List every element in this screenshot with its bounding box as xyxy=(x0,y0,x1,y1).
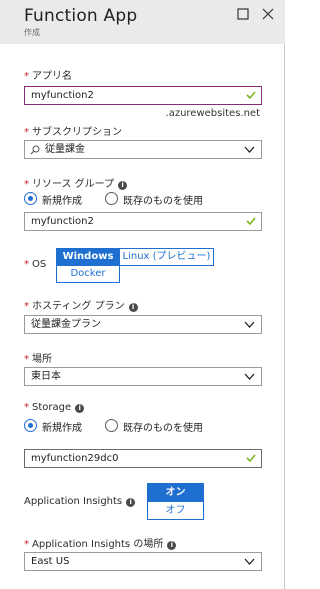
valid-check-icon xyxy=(246,91,256,100)
info-icon[interactable]: i xyxy=(167,541,177,550)
resource-group-existing-label: 既存のものを使用 xyxy=(123,196,203,207)
app-insights-off-option[interactable]: オフ xyxy=(147,501,204,520)
chevron-down-icon xyxy=(244,321,255,328)
app-insights-location-label-text: Application Insights の場所 xyxy=(32,539,164,550)
resource-group-label: * リソース グループ i xyxy=(24,175,128,190)
blade-subtitle: 作成 xyxy=(24,28,40,37)
subscription-label-text: サブスクリプション xyxy=(32,127,122,138)
search-icon xyxy=(30,145,40,155)
chevron-down-icon xyxy=(244,146,255,153)
app-name-value: myfunction2 xyxy=(31,90,94,101)
info-icon[interactable]: i xyxy=(126,498,136,507)
required-marker: * xyxy=(24,539,29,550)
close-icon[interactable] xyxy=(262,8,276,22)
info-icon[interactable]: i xyxy=(128,303,138,312)
os-docker-option[interactable]: Docker xyxy=(56,265,120,283)
storage-label: * Storage i xyxy=(24,402,85,413)
app-insights-label: Application Insights i xyxy=(24,496,136,507)
app-insights-on-option[interactable]: オン xyxy=(147,483,204,502)
chevron-down-icon xyxy=(244,558,255,565)
info-icon[interactable]: i xyxy=(75,404,85,413)
os-linux-option[interactable]: Linux (プレビュー) xyxy=(119,248,214,266)
app-insights-location-value: East US xyxy=(31,556,70,567)
blade-title: Function App xyxy=(24,6,138,26)
location-label-text: 場所 xyxy=(32,354,52,365)
radio-selected-indicator xyxy=(24,419,37,432)
storage-value: myfunction29dc0 xyxy=(31,453,119,464)
app-name-domain-suffix: .azurewebsites.net xyxy=(165,108,260,119)
required-marker: * xyxy=(24,354,29,365)
app-insights-location-select[interactable]: East US xyxy=(24,552,262,571)
app-insights-location-label: * Application Insights の場所 i xyxy=(24,535,177,550)
os-label-text: OS xyxy=(32,259,47,270)
required-marker: * xyxy=(24,71,29,82)
hosting-plan-value: 従量課金プラン xyxy=(31,319,101,330)
location-label: * 場所 xyxy=(24,350,52,365)
subscription-select[interactable]: 従量課金 xyxy=(24,140,262,159)
function-app-create-blade: Function App 作成 * アプリ名 myfunction2 .azure… xyxy=(0,0,285,589)
location-select[interactable]: 東日本 xyxy=(24,367,262,386)
required-marker: * xyxy=(24,179,29,190)
required-marker: * xyxy=(24,301,29,312)
valid-check-icon xyxy=(246,217,256,226)
storage-label-text: Storage xyxy=(32,402,72,413)
resource-group-label-text: リソース グループ xyxy=(32,179,115,190)
blade-header: Function App 作成 xyxy=(0,0,285,44)
radio-indicator xyxy=(105,419,118,432)
location-value: 東日本 xyxy=(31,371,61,382)
required-marker: * xyxy=(24,127,29,138)
hosting-plan-label-text: ホスティング プラン xyxy=(32,301,125,312)
storage-existing-label: 既存のものを使用 xyxy=(123,423,203,434)
chevron-down-icon xyxy=(244,373,255,380)
os-windows-option[interactable]: Windows xyxy=(56,248,120,266)
os-label: * OS xyxy=(24,259,46,270)
resource-group-input[interactable]: myfunction2 xyxy=(24,212,262,231)
info-icon[interactable]: i xyxy=(118,181,128,190)
maximize-icon[interactable] xyxy=(237,8,251,22)
subscription-value: 従量課金 xyxy=(45,144,85,155)
radio-indicator xyxy=(105,192,118,205)
radio-selected-indicator xyxy=(24,192,37,205)
resource-group-value: myfunction2 xyxy=(31,216,94,227)
resource-group-radio-group: 新規作成 既存のものを使用 xyxy=(24,192,264,208)
hosting-plan-label: * ホスティング プラン i xyxy=(24,297,138,312)
storage-radio-group: 新規作成 既存のものを使用 xyxy=(24,419,264,435)
subscription-label: * サブスクリプション xyxy=(24,123,122,138)
app-insights-label-text: Application Insights xyxy=(24,496,123,507)
storage-new-label: 新規作成 xyxy=(42,423,82,434)
app-name-label-text: アプリ名 xyxy=(32,71,72,82)
hosting-plan-select[interactable]: 従量課金プラン xyxy=(24,315,262,334)
resource-group-new-label: 新規作成 xyxy=(42,196,82,207)
required-marker: * xyxy=(24,402,29,413)
storage-input[interactable]: myfunction29dc0 xyxy=(24,449,262,468)
app-name-input[interactable]: myfunction2 xyxy=(24,86,262,105)
valid-check-icon xyxy=(246,454,256,463)
required-marker: * xyxy=(24,259,29,270)
app-name-label: * アプリ名 xyxy=(24,67,72,82)
